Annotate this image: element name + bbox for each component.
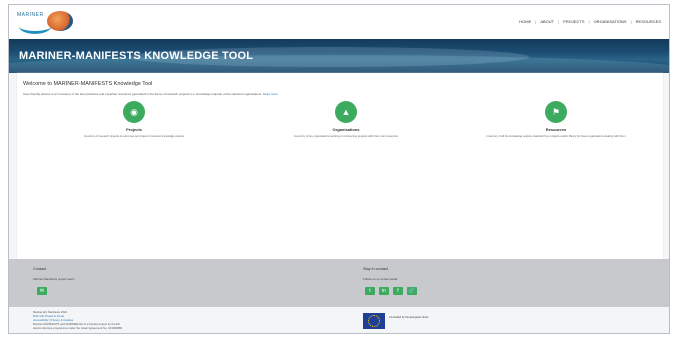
nav-projects[interactable]: PROJECTS: [563, 19, 584, 24]
footer-social-heading: Stay in contact: [363, 267, 388, 271]
hero-banner: MARINER-MANIFESTS KNOWLEDGE TOOL: [9, 39, 669, 73]
browser-frame: MARINER HOME | ABOUT | PROJECTS | ORGANI…: [8, 4, 670, 334]
intro-body: User-friendly access to an inventory of …: [23, 92, 262, 96]
mariner-logo[interactable]: MARINER: [17, 10, 81, 35]
facebook-icon[interactable]: f: [393, 287, 403, 295]
resources-icon[interactable]: ⚑: [545, 101, 567, 123]
email-icon[interactable]: ✉: [37, 287, 47, 295]
main-navigation: HOME | ABOUT | PROJECTS | ORGANISATIONS …: [519, 19, 661, 24]
nav-home[interactable]: HOME: [519, 19, 531, 24]
card-projects[interactable]: ◉ Projects Inventory of research project…: [29, 101, 239, 138]
nav-resources[interactable]: RESOURCES: [636, 19, 661, 24]
link-icon[interactable]: 🔗: [407, 287, 417, 295]
logo-orb-icon: [47, 11, 73, 31]
eu-stars-icon: [368, 315, 380, 327]
card-title[interactable]: Projects: [29, 127, 239, 132]
bottom-bar: Mariner-EU Manifests 2022 Built with Dru…: [9, 307, 669, 333]
nav-separator: |: [558, 19, 560, 24]
organisations-icon[interactable]: ▲: [335, 101, 357, 123]
card-description: Inventory of research projects & outcome…: [83, 135, 185, 138]
projects-icon[interactable]: ◉: [123, 101, 145, 123]
card-description: Inventory of key organisations working o…: [294, 135, 398, 138]
grant-text: Horizon Europe programme under the Grant…: [33, 326, 123, 330]
footer-social-text: Follow us on social media: [363, 277, 398, 281]
nav-separator: |: [535, 19, 537, 24]
intro-text: User-friendly access to an inventory of …: [23, 92, 278, 96]
eu-flag-icon: [363, 313, 385, 329]
welcome-heading: Welcome to MARINER-MANIFESTS Knowledge T…: [23, 81, 153, 87]
twitter-icon[interactable]: t: [365, 287, 375, 295]
footer-contact-text: Mariner-Manifests project team: [33, 277, 75, 281]
page-title: MARINER-MANIFESTS KNOWLEDGE TOOL: [19, 50, 254, 62]
linkedin-icon[interactable]: in: [379, 287, 389, 295]
footer-contact-heading: Contact: [33, 267, 47, 271]
nav-organisations[interactable]: ORGANISATIONS: [594, 19, 627, 24]
nav-separator: |: [630, 19, 632, 24]
eu-funding-label: Co-funded by the European Union: [389, 316, 429, 319]
logo-text: MARINER: [17, 12, 44, 18]
main-content: Welcome to MARINER-MANIFESTS Knowledge T…: [17, 73, 663, 259]
card-description: Inventory of all the knowledge outputs c…: [486, 135, 626, 138]
card-organisations[interactable]: ▲ Organisations Inventory of key organis…: [241, 101, 451, 138]
top-header: MARINER HOME | ABOUT | PROJECTS | ORGANI…: [9, 5, 669, 40]
card-title[interactable]: Organisations: [241, 127, 451, 132]
nav-separator: |: [588, 19, 590, 24]
nav-about[interactable]: ABOUT: [540, 19, 554, 24]
card-resources[interactable]: ⚑ Resources Inventory of all the knowled…: [451, 101, 661, 138]
card-title[interactable]: Resources: [451, 127, 661, 132]
site-footer: Contact Mariner-Manifests project team ✉…: [9, 259, 669, 307]
read-more-link[interactable]: Read more: [263, 92, 278, 96]
